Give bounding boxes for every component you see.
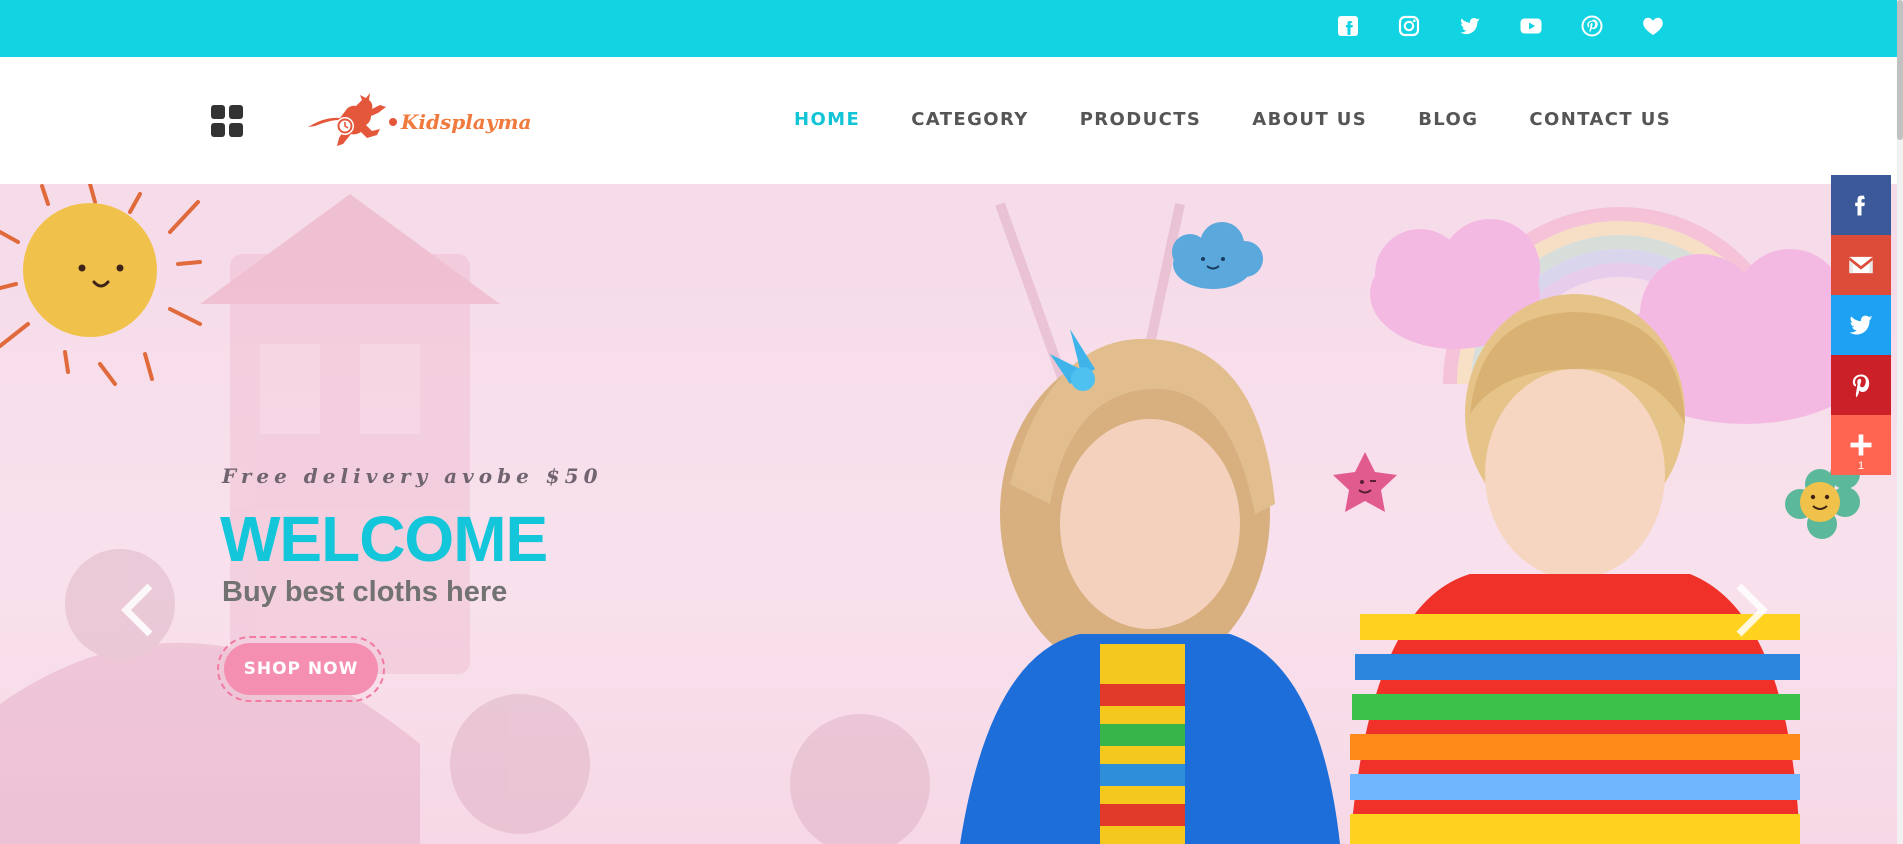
site-logo[interactable]: Kidsplaymart	[300, 82, 552, 156]
hero-title: WELCOME	[220, 503, 548, 575]
top-social-links	[1336, 14, 1665, 38]
instagram-icon[interactable]	[1397, 14, 1421, 38]
scrollbar-thumb[interactable]	[1897, 0, 1903, 140]
share-twitter-button[interactable]	[1831, 295, 1891, 355]
heart-icon[interactable]	[1641, 14, 1665, 38]
grid-menu-icon[interactable]	[210, 104, 244, 138]
nav-about-us[interactable]: ABOUT US	[1252, 109, 1367, 130]
youtube-icon[interactable]	[1519, 14, 1543, 38]
slider-prev-arrow-icon[interactable]	[120, 582, 156, 638]
share-pinterest-button[interactable]	[1831, 355, 1891, 415]
hero-subtitle: Buy best cloths here	[222, 576, 508, 608]
nav-contact-us[interactable]: CONTACT US	[1529, 109, 1671, 130]
twitter-icon	[1849, 315, 1873, 335]
shop-now-button-outline: SHOP NOW	[217, 636, 385, 702]
share-count: 1	[1857, 460, 1865, 472]
hero-tagline: Free delivery avobe $50	[222, 464, 603, 488]
share-gmail-button[interactable]	[1831, 235, 1891, 295]
hero-photo-children	[960, 294, 1800, 844]
share-more-button[interactable]: 1	[1831, 415, 1891, 475]
svg-text:Kidsplaymart: Kidsplaymart	[400, 110, 530, 134]
plus-icon	[1850, 434, 1872, 456]
pinterest-icon[interactable]	[1580, 14, 1604, 38]
floating-share-bar: 1	[1831, 175, 1891, 475]
site-header: Kidsplaymart HOME CATEGORY PRODUCTS ABOU…	[0, 57, 1897, 184]
nav-category[interactable]: CATEGORY	[911, 109, 1029, 130]
twitter-icon[interactable]	[1458, 14, 1482, 38]
gmail-icon	[1849, 256, 1873, 274]
nav-home[interactable]: HOME	[794, 109, 860, 130]
slider-next-arrow-icon[interactable]	[1733, 582, 1769, 638]
facebook-icon	[1855, 195, 1865, 216]
nav-products[interactable]: PRODUCTS	[1080, 109, 1202, 130]
top-bar	[0, 0, 1897, 57]
share-facebook-button[interactable]	[1831, 175, 1891, 235]
scrollbar[interactable]	[1897, 0, 1903, 844]
nav-blog[interactable]: BLOG	[1418, 109, 1478, 130]
shop-now-button[interactable]: SHOP NOW	[224, 643, 378, 695]
pinterest-icon	[1852, 374, 1870, 398]
main-nav: HOME CATEGORY PRODUCTS ABOUT US BLOG CON…	[794, 109, 1671, 130]
hero-slider: Free delivery avobe $50 WELCOME Buy best…	[0, 184, 1897, 844]
facebook-icon[interactable]	[1336, 14, 1360, 38]
